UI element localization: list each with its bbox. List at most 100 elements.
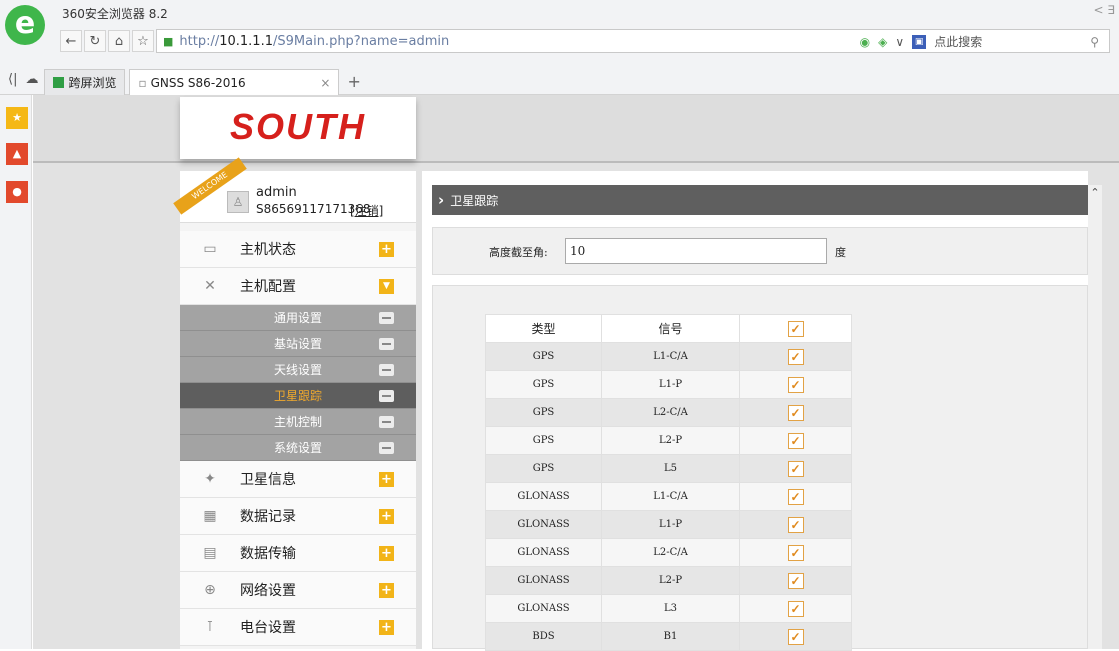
hotspot-icon[interactable]: ▲ xyxy=(6,143,28,165)
expand-plus-icon[interactable]: + xyxy=(379,472,394,487)
browser-title: 360安全浏览器 8.2 xyxy=(62,7,168,21)
cell-check[interactable]: ✓ xyxy=(739,538,852,567)
checkbox-checked-icon[interactable]: ✓ xyxy=(787,320,804,337)
header-select-all[interactable]: ✓ xyxy=(739,314,852,343)
submenu-label: 通用设置 xyxy=(273,311,322,325)
search-placeholder[interactable]: 点此搜索 xyxy=(934,33,982,50)
checkbox-checked-icon[interactable]: ✓ xyxy=(787,488,804,505)
submenu-antenna[interactable]: 天线设置 xyxy=(180,357,416,383)
table-row: GPS L5 ✓ xyxy=(485,454,852,483)
cell-signal: L2-P xyxy=(601,566,740,595)
table-row: GLONASS L1-C/A ✓ xyxy=(485,482,852,511)
checkbox-checked-icon[interactable]: ✓ xyxy=(787,628,804,645)
expand-plus-icon[interactable]: + xyxy=(379,509,394,524)
router-page: SOUTH WELCOME ♙ admin S86569117171368 [注… xyxy=(33,95,1119,651)
menu-network[interactable]: ⊕ 网络设置 + xyxy=(180,572,416,609)
expand-plus-icon[interactable]: + xyxy=(379,583,394,598)
search-icon[interactable]: ⚲ xyxy=(1090,35,1099,49)
cell-check[interactable]: ✓ xyxy=(739,398,852,427)
sidebar-toggle-icon[interactable]: ⟨| xyxy=(8,72,17,87)
submenu-host-control[interactable]: 主机控制 xyxy=(180,409,416,435)
cutoff-input[interactable]: 10 xyxy=(565,238,827,264)
url-scheme: http:// xyxy=(179,33,220,49)
logout-link[interactable]: [注销] xyxy=(350,202,383,219)
table-row: GPS L2-C/A ✓ xyxy=(485,398,852,427)
checkbox-checked-icon[interactable]: ✓ xyxy=(787,432,804,449)
cell-type: GLONASS xyxy=(485,538,602,567)
menu-host-config[interactable]: ✕ 主机配置 ▼ xyxy=(180,268,416,305)
minus-icon xyxy=(379,338,394,350)
submenu-base-station[interactable]: 基站设置 xyxy=(180,331,416,357)
tab-bar: ⟨| ☁ 跨屏浏览 ▫ GNSS S86-2016 × + xyxy=(0,64,1119,95)
cell-type: GLONASS xyxy=(485,566,602,595)
collapse-chevron-icon[interactable]: ▼ xyxy=(379,279,394,294)
refresh-icon[interactable]: ↻ xyxy=(84,30,106,52)
table-header-row: 类型 信号 ✓ xyxy=(485,314,852,343)
tab-gnss[interactable]: ▫ GNSS S86-2016 × xyxy=(129,69,340,95)
new-tab-icon[interactable]: + xyxy=(347,72,360,91)
tab-cross-screen[interactable]: 跨屏浏览 xyxy=(44,69,126,95)
cell-check[interactable]: ✓ xyxy=(739,510,852,539)
cell-signal: B1 xyxy=(601,622,740,651)
cell-check[interactable]: ✓ xyxy=(739,454,852,483)
menu-label: 主机状态 xyxy=(240,242,296,258)
checkbox-checked-icon[interactable]: ✓ xyxy=(787,600,804,617)
tab-label: 跨屏浏览 xyxy=(68,76,117,90)
checkbox-checked-icon[interactable]: ✓ xyxy=(787,544,804,561)
back-arrow-icon[interactable]: ← xyxy=(60,30,82,52)
cell-type: BDS xyxy=(485,622,602,651)
checkbox-checked-icon[interactable]: ✓ xyxy=(787,460,804,477)
discount-icon[interactable]: ● xyxy=(6,181,28,203)
menu-satellite-info[interactable]: ✦ 卫星信息 + xyxy=(180,461,416,498)
url-tools: ◉ ◈ ∨ ▣ 点此搜索 ⚲ xyxy=(860,33,1099,50)
minus-icon xyxy=(379,390,394,402)
user-panel: WELCOME ♙ admin S86569117171368 [注销] xyxy=(173,157,416,223)
checkbox-checked-icon[interactable]: ✓ xyxy=(787,404,804,421)
url-input[interactable]: ■ http://10.1.1.1/S9Main.php?name=admin … xyxy=(156,29,1110,53)
tools-icon: ✕ xyxy=(204,278,216,294)
cell-type: GLONASS xyxy=(485,482,602,511)
signal-panel: 类型 信号 ✓ GPS L1-C/A ✓ GPS L1-P ✓ GPS L2-C/A ✓ GPS L… xyxy=(432,285,1088,651)
cell-check[interactable]: ✓ xyxy=(739,622,852,651)
cutoff-unit: 度 xyxy=(835,246,846,259)
home-icon[interactable]: ⌂ xyxy=(108,30,130,52)
menu-data-transfer[interactable]: ▤ 数据传输 + xyxy=(180,535,416,572)
close-icon[interactable]: × xyxy=(320,76,330,90)
checkbox-checked-icon[interactable]: ✓ xyxy=(787,516,804,533)
cell-type: GLONASS xyxy=(485,510,602,539)
cell-check[interactable]: ✓ xyxy=(739,482,852,511)
search-engine-icon[interactable]: ▣ xyxy=(912,34,927,49)
window-control-hint[interactable]: < ∃ xyxy=(1094,3,1115,17)
scroll-up-icon[interactable]: ⌃ xyxy=(1088,185,1102,201)
cell-check[interactable]: ✓ xyxy=(739,566,852,595)
submenu-general[interactable]: 通用设置 xyxy=(180,305,416,331)
cell-check[interactable]: ✓ xyxy=(739,426,852,455)
favorites-star-icon[interactable]: ★ xyxy=(6,107,28,129)
security-icon[interactable]: ◉ xyxy=(860,35,870,49)
table-row: GLONASS L3 ✓ xyxy=(485,594,852,623)
menu-host-status[interactable]: ▭ 主机状态 + xyxy=(180,231,416,268)
cell-check[interactable]: ✓ xyxy=(739,342,852,371)
menu-data-record[interactable]: ▦ 数据记录 + xyxy=(180,498,416,535)
menu-radio[interactable]: ⊺ 电台设置 + xyxy=(180,609,416,646)
chevron-down-icon[interactable]: ∨ xyxy=(895,35,904,49)
submenu-system[interactable]: 系统设置 xyxy=(180,435,416,461)
signal-table: 类型 信号 ✓ GPS L1-C/A ✓ GPS L1-P ✓ GPS L2-C/A ✓ GPS L… xyxy=(485,314,852,651)
scrollbar[interactable] xyxy=(1088,185,1102,649)
submenu-label: 主机控制 xyxy=(273,415,322,429)
checkbox-checked-icon[interactable]: ✓ xyxy=(787,376,804,393)
cell-check[interactable]: ✓ xyxy=(739,370,852,399)
favorite-star-icon[interactable]: ☆ xyxy=(132,30,154,52)
submenu-satellite-tracking[interactable]: 卫星跟踪 xyxy=(180,383,416,409)
menu-label: 卫星信息 xyxy=(240,472,296,488)
cell-check[interactable]: ✓ xyxy=(739,594,852,623)
expand-plus-icon[interactable]: + xyxy=(379,546,394,561)
menu-label: 网络设置 xyxy=(240,583,296,599)
expand-plus-icon[interactable]: + xyxy=(379,242,394,257)
engine-icon[interactable]: ◈ xyxy=(878,35,887,49)
user-name: admin xyxy=(256,185,297,200)
checkbox-checked-icon[interactable]: ✓ xyxy=(787,572,804,589)
expand-plus-icon[interactable]: + xyxy=(379,620,394,635)
cloud-icon[interactable]: ☁ xyxy=(25,72,38,87)
checkbox-checked-icon[interactable]: ✓ xyxy=(787,348,804,365)
